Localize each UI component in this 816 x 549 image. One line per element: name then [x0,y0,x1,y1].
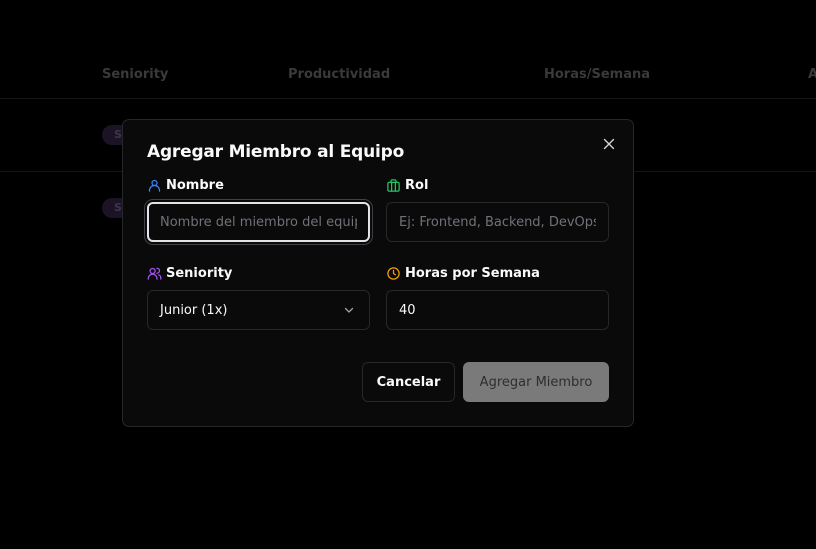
column-header-productividad[interactable]: Productividad [288,67,390,82]
rol-input[interactable] [386,202,609,242]
horas-label: Horas por Semana [386,266,540,281]
user-icon [148,179,161,192]
cancel-button[interactable]: Cancelar [362,362,455,402]
horas-label-text: Horas por Semana [405,266,540,281]
seniority-label-text: Seniority [166,266,233,281]
close-button[interactable] [599,134,619,154]
add-member-button[interactable]: Agregar Miembro [463,362,609,402]
nombre-input[interactable] [147,202,370,242]
column-header-actions[interactable]: A [808,67,816,82]
clock-icon [387,267,400,280]
column-header-horas-semana[interactable]: Horas/Semana [544,67,650,82]
briefcase-icon [387,179,400,192]
rol-label: Rol [386,178,428,193]
nombre-label-text: Nombre [166,178,224,193]
seniority-label: Seniority [147,266,232,281]
page: Seniority Productividad Horas/Semana A S… [0,0,816,549]
add-member-dialog: Agregar Miembro al Equipo Nombre Rol [122,119,634,427]
column-header-seniority[interactable]: Seniority [102,67,168,82]
users-icon [147,267,162,280]
horas-input[interactable] [386,290,609,330]
close-icon [603,138,615,150]
nombre-label: Nombre [147,178,224,193]
chevron-down-icon [344,307,354,313]
seniority-selected-value: Junior (1x) [160,302,228,318]
seniority-select[interactable]: Junior (1x) [147,290,370,330]
table-header-divider [0,98,816,99]
rol-label-text: Rol [405,178,429,193]
dialog-title: Agregar Miembro al Equipo [147,142,405,162]
